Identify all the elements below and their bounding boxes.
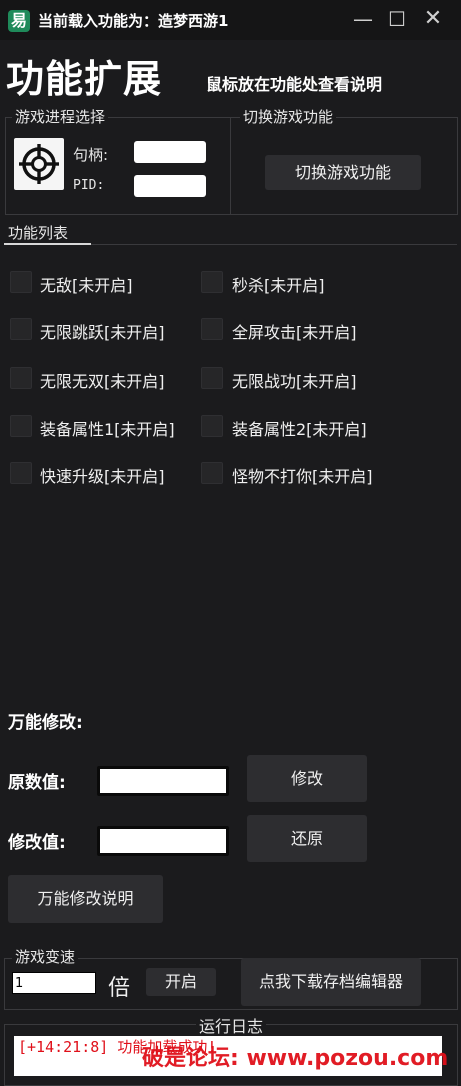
function-item-monster-no-attack[interactable] [201, 462, 223, 484]
log-group-title: 运行日志 [196, 1013, 267, 1037]
minimize-icon[interactable]: — [350, 6, 376, 32]
checkbox[interactable] [201, 271, 223, 293]
checkbox[interactable] [201, 318, 223, 340]
function-label: 怪物不打你[未开启] [232, 467, 373, 486]
speed-group-title: 游戏变速 [12, 946, 79, 967]
speed-unit-label: 倍 [108, 976, 131, 1001]
handle-label: 句柄: [73, 146, 109, 164]
modify-section-title: 万能修改: [8, 713, 83, 733]
page-title: 功能扩展 [6, 57, 163, 101]
function-label: 无限跳跃[未开启] [40, 323, 165, 342]
function-item-equip-attr-2[interactable] [201, 415, 223, 437]
window-title: 当前载入功能为：造梦西游1 [38, 12, 229, 30]
watermark: 破是论坛: www.pozou.com [142, 1046, 449, 1071]
restore-button[interactable]: 还原 [247, 815, 367, 862]
new-value-input[interactable] [97, 826, 229, 856]
original-value-input[interactable] [97, 766, 229, 796]
function-item-infinite-jump[interactable] [10, 318, 32, 340]
checkbox[interactable] [201, 462, 223, 484]
close-icon[interactable]: ✕ [420, 6, 446, 32]
switch-game-button[interactable]: 切换游戏功能 [265, 155, 421, 190]
function-item-fullscreen-attack[interactable] [201, 318, 223, 340]
function-item-infinite-merit[interactable] [201, 367, 223, 389]
header-hint: 鼠标放在功能处查看说明 [206, 75, 383, 94]
function-label: 无限无双[未开启] [40, 372, 165, 391]
function-label: 无敌[未开启] [40, 276, 133, 295]
function-item-fast-levelup[interactable] [10, 462, 32, 484]
function-label: 无限战功[未开启] [232, 372, 357, 391]
start-speed-button[interactable]: 开启 [146, 968, 216, 996]
app-logo-icon: 易 [8, 10, 30, 32]
checkbox[interactable] [10, 271, 32, 293]
download-save-editor-button[interactable]: 点我下载存档编辑器 [241, 958, 421, 1006]
function-label: 全屏攻击[未开启] [232, 323, 357, 342]
pid-input[interactable] [134, 175, 206, 197]
modify-button[interactable]: 修改 [247, 755, 367, 802]
function-label: 装备属性1[未开启] [40, 420, 175, 439]
original-value-label: 原数值: [8, 773, 66, 793]
pid-label: PID: [73, 178, 105, 193]
function-label: 秒杀[未开启] [232, 276, 325, 295]
function-label: 快速升级[未开启] [40, 467, 165, 486]
function-label: 装备属性2[未开启] [232, 420, 367, 439]
checkbox[interactable] [10, 318, 32, 340]
speed-multiplier-input[interactable]: 1 [12, 972, 96, 994]
checkbox[interactable] [10, 462, 32, 484]
maximize-icon[interactable]: ☐ [384, 6, 410, 32]
handle-input[interactable] [134, 141, 206, 163]
function-item-invincible[interactable] [10, 271, 32, 293]
checkbox[interactable] [201, 367, 223, 389]
checkbox[interactable] [10, 415, 32, 437]
crosshair-target-icon[interactable] [14, 138, 64, 190]
divider [91, 244, 457, 245]
new-value-label: 修改值: [8, 833, 66, 853]
function-item-instakill[interactable] [201, 271, 223, 293]
switch-group-title: 切换游戏功能 [240, 106, 337, 127]
modify-help-button[interactable]: 万能修改说明 [8, 875, 163, 923]
checkbox[interactable] [10, 367, 32, 389]
function-list-tab[interactable]: 功能列表 [8, 222, 68, 243]
checkbox[interactable] [201, 415, 223, 437]
tab-underline [4, 243, 91, 245]
process-group-title: 游戏进程选择 [12, 106, 109, 127]
function-item-equip-attr-1[interactable] [10, 415, 32, 437]
function-item-infinite-musou[interactable] [10, 367, 32, 389]
